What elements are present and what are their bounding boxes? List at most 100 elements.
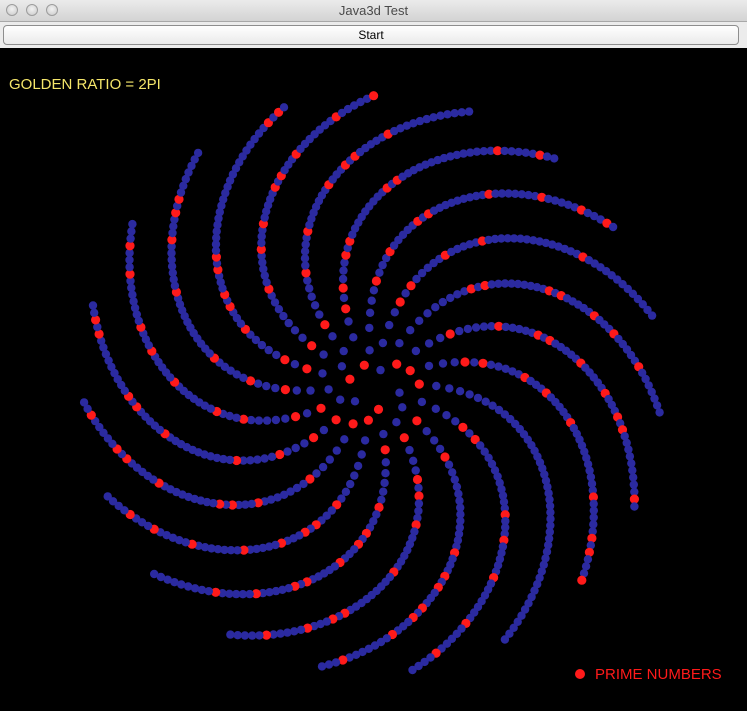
start-button[interactable]: Start — [3, 25, 739, 45]
spiral-point — [336, 395, 345, 404]
spiral-point — [279, 103, 289, 112]
spiral-point — [450, 109, 459, 118]
spiral-point — [486, 360, 496, 369]
title-bar[interactable]: Java3d Test — [0, 0, 747, 22]
spiral-point — [452, 482, 462, 491]
prime-point — [395, 297, 405, 307]
spiral-point — [446, 293, 455, 303]
prime-point — [460, 357, 470, 367]
spiral-point — [435, 444, 445, 454]
spiral-point — [411, 466, 420, 475]
spiral-point — [381, 469, 390, 478]
spiral-point — [226, 630, 235, 639]
spiral-point — [253, 379, 263, 388]
prime-point — [414, 379, 424, 389]
spiral-point — [608, 222, 618, 232]
spiral-point — [464, 107, 474, 116]
spiral-point — [264, 345, 273, 355]
spiral-point — [338, 274, 348, 284]
spiral-point — [471, 323, 481, 332]
spiral-point — [423, 309, 432, 318]
spiral-point — [379, 429, 388, 439]
spiral-point — [414, 499, 424, 508]
spiral-point — [298, 333, 307, 342]
spiral-point — [344, 317, 353, 326]
prime-point — [392, 359, 402, 369]
spiral-point — [369, 286, 379, 295]
spiral-point — [357, 450, 366, 459]
legend: PRIME NUMBERS — [575, 665, 722, 683]
prime-point — [301, 268, 311, 278]
spiral-point — [630, 502, 639, 511]
prime-point — [458, 422, 468, 432]
prime-point — [331, 415, 341, 425]
spiral-point — [625, 452, 635, 461]
prime-point — [348, 419, 358, 429]
spiral-point — [339, 266, 348, 275]
spiral-point — [628, 466, 637, 475]
spiral-point — [319, 425, 329, 435]
spiral-point — [340, 258, 349, 267]
spiral-point — [429, 113, 438, 122]
spiral-point — [521, 148, 530, 157]
spiral-point — [381, 458, 390, 467]
prime-point — [371, 276, 381, 286]
spiral-point — [319, 350, 328, 359]
spiral-point — [451, 417, 460, 426]
spiral-point — [448, 468, 457, 477]
prime-point — [478, 358, 488, 368]
spiral-point — [303, 276, 312, 285]
spiral-point — [302, 409, 312, 418]
spiral-point — [284, 318, 293, 328]
spiral-point — [542, 152, 552, 161]
prime-point — [440, 452, 450, 462]
spiral-point — [90, 308, 99, 317]
spiral-point — [88, 301, 98, 310]
spiral-point — [629, 480, 638, 489]
spiral-point — [432, 381, 441, 391]
chart-title: GOLDEN RATIO = 2PI — [9, 76, 161, 93]
spiral-point — [583, 555, 593, 564]
spiral-point — [339, 346, 348, 356]
prime-point — [373, 404, 384, 414]
spiral-point — [414, 506, 423, 516]
spiral-point — [444, 460, 454, 469]
spiral-point — [255, 631, 264, 640]
prime-point — [577, 575, 587, 585]
spiral-point — [470, 358, 479, 367]
spiral-point — [375, 268, 384, 277]
spiral-point — [450, 475, 459, 484]
spiral-point — [340, 435, 349, 444]
prime-point — [307, 341, 317, 351]
spiral-point — [310, 301, 320, 310]
prime-point — [341, 304, 351, 314]
prime-point — [363, 415, 373, 425]
spiral-point — [392, 418, 401, 427]
spiral-point — [550, 154, 559, 163]
spiral-point — [281, 414, 290, 423]
spiral-point — [390, 308, 399, 317]
spiral-point — [307, 292, 316, 301]
spiral-point — [507, 147, 516, 156]
spiral-point — [306, 386, 315, 395]
spiral-point — [465, 390, 474, 399]
spiral-point — [365, 308, 375, 317]
spiral-point — [262, 416, 272, 425]
prime-point — [445, 329, 455, 339]
spiral-point — [350, 471, 359, 480]
spiral-point — [360, 436, 370, 445]
spiral-point — [290, 360, 300, 369]
spiral-point — [260, 454, 269, 463]
spiral-point — [376, 365, 385, 375]
spiral-point — [629, 473, 638, 482]
prime-legend-label: PRIME NUMBERS — [595, 665, 722, 683]
spiral-point — [655, 408, 664, 417]
prime-point — [309, 433, 319, 443]
prime-point — [412, 416, 422, 426]
prime-point — [316, 403, 326, 413]
spiral-point — [193, 148, 203, 158]
java3d-canvas[interactable]: GOLDEN RATIO = 2PI PRIME NUMBERS — [0, 48, 747, 711]
spiral-point — [494, 362, 503, 371]
spiral-point — [445, 384, 454, 393]
prime-point — [320, 320, 330, 330]
